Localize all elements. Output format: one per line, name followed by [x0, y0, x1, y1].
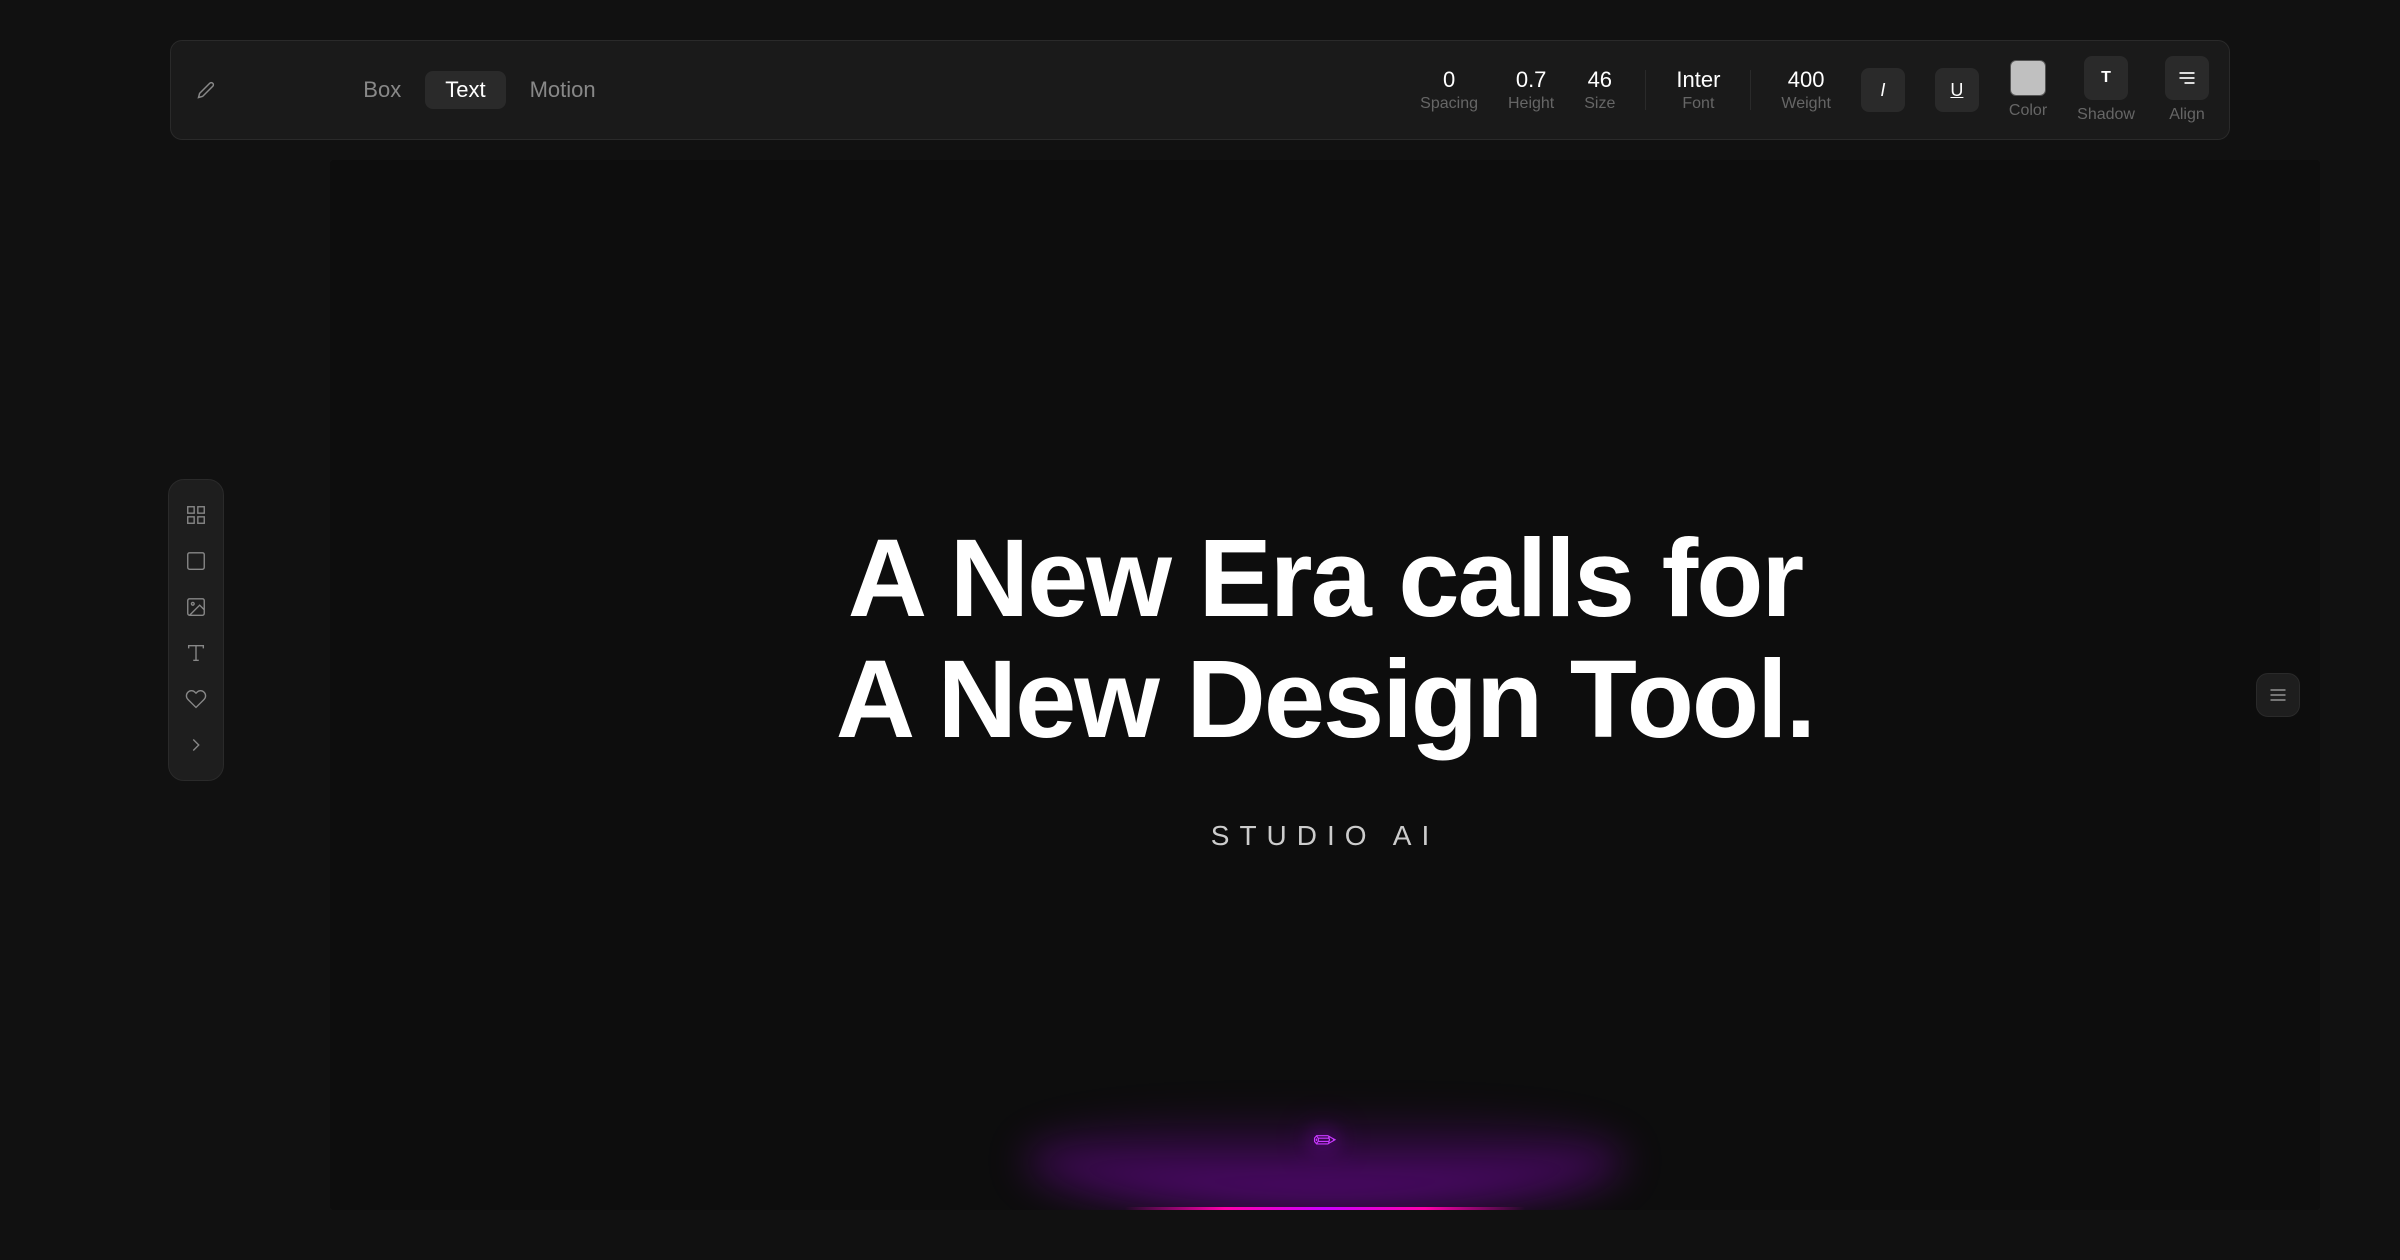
image-tool-icon[interactable] — [177, 588, 215, 626]
hero-title-line2: A New Design Tool. — [836, 639, 1815, 760]
height-label: Height — [1508, 95, 1554, 113]
tab-motion[interactable]: Motion — [510, 71, 616, 109]
heart-tool-icon[interactable] — [177, 680, 215, 718]
color-swatch[interactable]: Color — [2009, 60, 2047, 120]
left-sidebar — [168, 479, 224, 781]
weight-control: 400 Weight — [1781, 67, 1831, 113]
weight-label: Weight — [1781, 95, 1831, 113]
height-value[interactable]: 0.7 — [1516, 67, 1547, 93]
toolbar-controls: 0 Spacing 0.7 Height 46 Size Inter Font … — [1420, 56, 2209, 124]
bottom-glow-effect — [1025, 1110, 1625, 1210]
color-label: Color — [2009, 102, 2047, 120]
font-label: Font — [1682, 95, 1714, 113]
align-control: Align — [2165, 56, 2209, 124]
weight-value[interactable]: 400 — [1788, 67, 1825, 93]
more-tools-icon[interactable] — [177, 726, 215, 764]
divider-2 — [1750, 70, 1751, 110]
spacing-control: 0 Spacing — [1420, 67, 1478, 113]
frame-tool-icon[interactable] — [177, 496, 215, 534]
toolbar: Box Text Motion 0 Spacing 0.7 Height 46 … — [170, 40, 2230, 140]
toolbar-tabs: Box Text Motion — [343, 71, 615, 109]
hero-text-block: A New Era calls for A New Design Tool. — [836, 518, 1815, 760]
shadow-control: T Shadow — [2077, 56, 2135, 124]
italic-button[interactable]: I — [1861, 68, 1905, 112]
canvas-content: A New Era calls for A New Design Tool. S… — [330, 160, 2320, 1210]
canvas-frame[interactable]: A New Era calls for A New Design Tool. S… — [330, 160, 2320, 1210]
pencil-tool-icon[interactable] — [191, 75, 221, 105]
text-tool-icon[interactable] — [177, 634, 215, 672]
size-label: Size — [1584, 95, 1615, 113]
tab-box[interactable]: Box — [343, 71, 421, 109]
right-panel-button[interactable] — [2256, 673, 2300, 717]
size-value[interactable]: 46 — [1588, 67, 1612, 93]
box-tool-icon[interactable] — [177, 542, 215, 580]
color-button[interactable] — [2010, 60, 2046, 96]
canvas-area: A New Era calls for A New Design Tool. S… — [250, 160, 2320, 1230]
spacing-label: Spacing — [1420, 95, 1478, 113]
tab-text[interactable]: Text — [425, 71, 505, 109]
align-button[interactable] — [2165, 56, 2209, 100]
font-value[interactable]: Inter — [1676, 67, 1720, 93]
align-label: Align — [2169, 106, 2205, 124]
studio-ai-logo: STUDIO AI — [1211, 820, 1439, 852]
shadow-button[interactable]: T — [2084, 56, 2128, 100]
shadow-label: Shadow — [2077, 106, 2135, 124]
spacing-value[interactable]: 0 — [1443, 67, 1455, 93]
height-control: 0.7 Height — [1508, 67, 1554, 113]
bottom-accent-line — [1125, 1207, 1525, 1210]
hero-title-line1: A New Era calls for — [836, 518, 1815, 639]
size-control: 46 Size — [1584, 67, 1615, 113]
divider-1 — [1645, 70, 1646, 110]
underline-button[interactable]: U — [1935, 68, 1979, 112]
font-control: Inter Font — [1676, 67, 1720, 113]
